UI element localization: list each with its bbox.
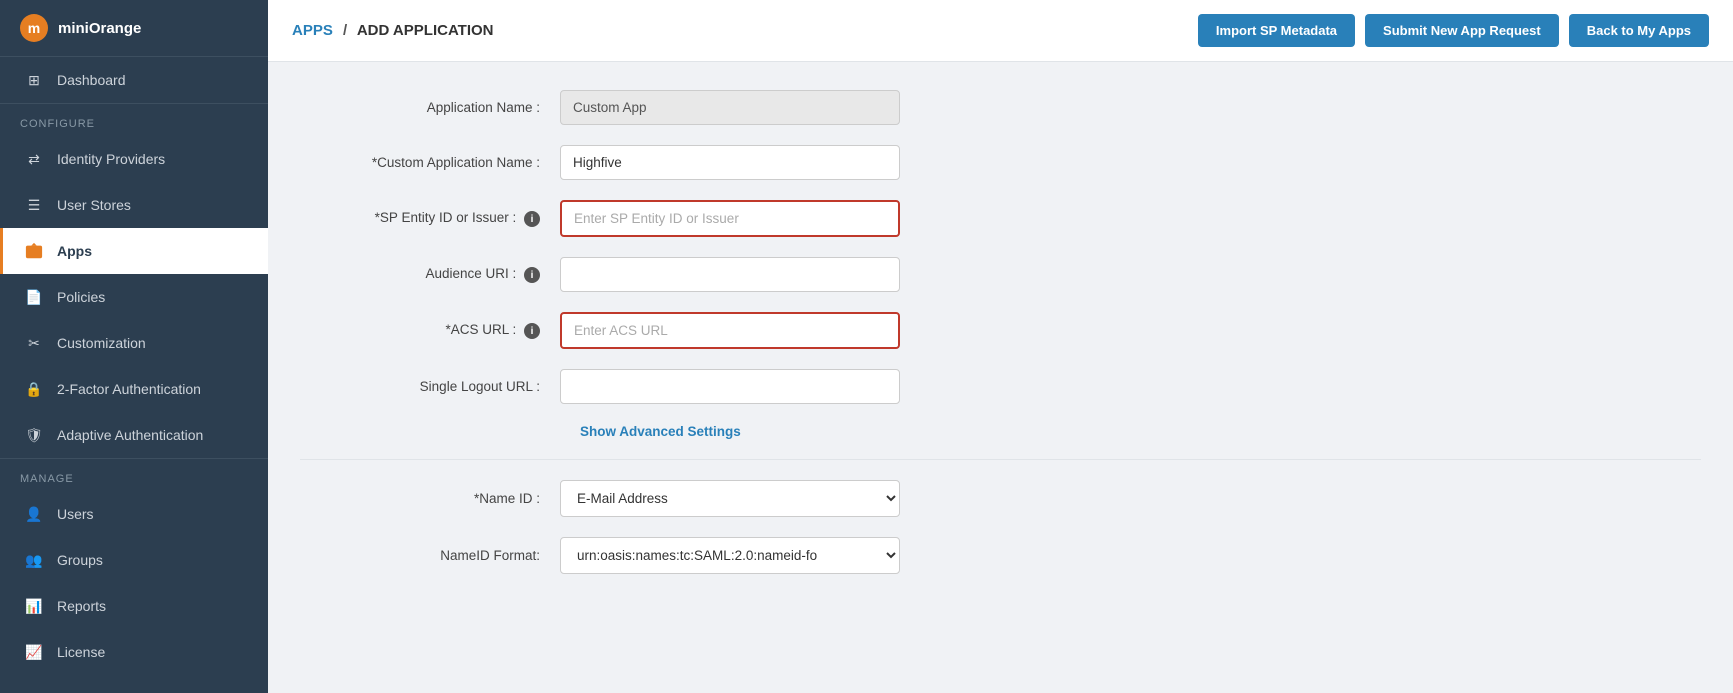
user-stores-icon: ☰ (23, 194, 45, 216)
application-name-input (560, 90, 900, 125)
dashboard-icon: ⊞ (23, 69, 45, 91)
sidebar-item-customization[interactable]: ✂ Customization (0, 320, 268, 366)
acs-url-input[interactable] (560, 312, 900, 349)
license-icon: 📈 (23, 641, 45, 663)
customization-icon: ✂ (23, 332, 45, 354)
configure-section-label: Configure (0, 103, 268, 136)
sidebar-item-identity-providers[interactable]: ⇄ Identity Providers (0, 136, 268, 182)
breadcrumb: APPS / ADD APPLICATION (292, 22, 494, 39)
breadcrumb-current: ADD APPLICATION (357, 22, 494, 39)
sp-entity-id-input[interactable] (560, 200, 900, 237)
sidebar-label-reports: Reports (57, 598, 106, 614)
name-id-label: *Name ID : (300, 491, 560, 506)
topbar-actions: Import SP Metadata Submit New App Reques… (1198, 14, 1709, 47)
identity-providers-icon: ⇄ (23, 148, 45, 170)
name-id-select[interactable]: E-Mail Address Username Phone (560, 480, 900, 517)
show-advanced-settings-link[interactable]: Show Advanced Settings (580, 424, 1701, 439)
sidebar-label-users: Users (57, 506, 94, 522)
acs-url-info-icon[interactable]: i (524, 323, 540, 339)
sidebar-label-apps: Apps (57, 243, 92, 259)
single-logout-url-row: Single Logout URL : (300, 369, 1701, 404)
nameid-format-select[interactable]: urn:oasis:names:tc:SAML:2.0:nameid-fo ur… (560, 537, 900, 574)
sidebar-item-license[interactable]: 📈 License (0, 629, 268, 675)
sp-entity-info-icon[interactable]: i (524, 211, 540, 227)
sidebar-item-groups[interactable]: 👥 Groups (0, 537, 268, 583)
sidebar-label-groups: Groups (57, 552, 103, 568)
acs-url-row: *ACS URL : i (300, 312, 1701, 349)
apps-icon (23, 240, 45, 262)
nameid-format-row: NameID Format: urn:oasis:names:tc:SAML:2… (300, 537, 1701, 574)
breadcrumb-apps-link[interactable]: APPS (292, 22, 333, 39)
sidebar-label-policies: Policies (57, 289, 105, 305)
sidebar-item-reports[interactable]: 📊 Reports (0, 583, 268, 629)
back-to-my-apps-button[interactable]: Back to My Apps (1569, 14, 1709, 47)
application-name-row: Application Name : (300, 90, 1701, 125)
single-logout-url-label: Single Logout URL : (300, 379, 560, 394)
audience-uri-info-icon[interactable]: i (524, 267, 540, 283)
sidebar-label-identity-providers: Identity Providers (57, 151, 165, 167)
users-icon: 👤 (23, 503, 45, 525)
logo-text: miniOrange (58, 20, 141, 37)
sidebar-item-user-stores[interactable]: ☰ User Stores (0, 182, 268, 228)
topbar: APPS / ADD APPLICATION Import SP Metadat… (268, 0, 1733, 62)
sidebar-item-policies[interactable]: 📄 Policies (0, 274, 268, 320)
custom-application-name-input[interactable] (560, 145, 900, 180)
audience-uri-row: Audience URI : i (300, 257, 1701, 292)
sidebar-item-2fa[interactable]: 🔒 2-Factor Authentication (0, 366, 268, 412)
application-name-label: Application Name : (300, 100, 560, 115)
form-divider (300, 459, 1701, 460)
sidebar-item-apps[interactable]: Apps (0, 228, 268, 274)
audience-uri-input[interactable] (560, 257, 900, 292)
sidebar-label-2fa: 2-Factor Authentication (57, 381, 201, 397)
custom-application-name-label: *Custom Application Name : (300, 155, 560, 170)
groups-icon: 👥 (23, 549, 45, 571)
custom-application-name-row: *Custom Application Name : (300, 145, 1701, 180)
acs-url-label: *ACS URL : i (300, 322, 560, 340)
sidebar: m miniOrange ⊞ Dashboard Configure ⇄ Ide… (0, 0, 268, 693)
nameid-format-label: NameID Format: (300, 548, 560, 563)
manage-section-label: Manage (0, 458, 268, 491)
sidebar-logo: m miniOrange (0, 0, 268, 57)
add-application-form: Application Name : *Custom Application N… (268, 62, 1733, 622)
reports-icon: 📊 (23, 595, 45, 617)
2fa-icon: 🔒 (23, 378, 45, 400)
sp-entity-id-label: *SP Entity ID or Issuer : i (300, 210, 560, 228)
policies-icon: 📄 (23, 286, 45, 308)
main-content: APPS / ADD APPLICATION Import SP Metadat… (268, 0, 1733, 693)
sp-entity-id-row: *SP Entity ID or Issuer : i (300, 200, 1701, 237)
sidebar-item-adaptive-auth[interactable]: 🛡 Adaptive Authentication (0, 412, 268, 458)
import-sp-metadata-button[interactable]: Import SP Metadata (1198, 14, 1355, 47)
submit-new-app-request-button[interactable]: Submit New App Request (1365, 14, 1559, 47)
name-id-row: *Name ID : E-Mail Address Username Phone (300, 480, 1701, 517)
adaptive-auth-icon: 🛡 (23, 424, 45, 446)
sidebar-label-license: License (57, 644, 105, 660)
sidebar-label-user-stores: User Stores (57, 197, 131, 213)
sidebar-item-users[interactable]: 👤 Users (0, 491, 268, 537)
breadcrumb-separator: / (343, 22, 347, 39)
sidebar-label-customization: Customization (57, 335, 146, 351)
sidebar-item-dashboard[interactable]: ⊞ Dashboard (0, 57, 268, 103)
sidebar-label-adaptive-auth: Adaptive Authentication (57, 427, 203, 443)
sidebar-label-dashboard: Dashboard (57, 72, 126, 88)
logo-icon: m (20, 14, 48, 42)
audience-uri-label: Audience URI : i (300, 266, 560, 284)
single-logout-url-input[interactable] (560, 369, 900, 404)
